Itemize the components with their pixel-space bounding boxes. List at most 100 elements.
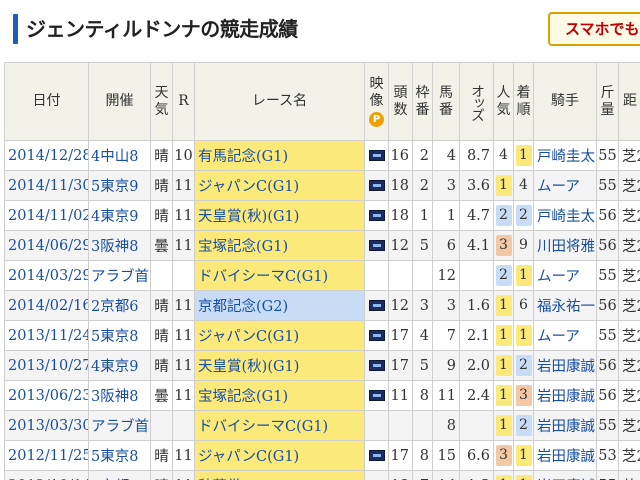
venue-link[interactable]: 4京都5 [88, 470, 151, 480]
venue-link[interactable]: 5東京9 [88, 170, 151, 201]
venue-link[interactable]: 5東京8 [88, 440, 151, 471]
video-icon[interactable] [368, 450, 385, 461]
race-date-link[interactable]: 2013/03/30 [4, 410, 89, 441]
venue-link[interactable]: 3阪神8 [88, 230, 151, 261]
weather-cell: 曇 [150, 380, 173, 411]
venue-link[interactable]: アラブ首 [88, 410, 151, 441]
jockey-link[interactable]: ムーア [533, 320, 597, 351]
race-date-link[interactable]: 2014/02/16 [4, 290, 89, 321]
race-name-link[interactable]: 京都記念(G2) [194, 290, 365, 321]
race-date-link[interactable]: 2014/03/29 [4, 260, 89, 291]
race-name-link[interactable]: ドバイシーマC(G1) [194, 260, 365, 291]
race-name-link[interactable]: 宝塚記念(G1) [194, 230, 365, 261]
odds-cell: 4.7 [459, 200, 494, 231]
venue-link[interactable]: 2京都6 [88, 290, 151, 321]
venue-link[interactable]: 5東京8 [88, 320, 151, 351]
runners-cell [388, 260, 413, 291]
venue-link[interactable]: 3阪神8 [88, 380, 151, 411]
race-date-link[interactable]: 2012/11/25 [4, 440, 89, 471]
distance-cell: 芝2 [618, 140, 640, 171]
venue-link[interactable]: 4中山8 [88, 140, 151, 171]
weather-cell [150, 410, 173, 441]
race-name-link[interactable]: ドバイシーマC(G1) [194, 410, 365, 441]
finish-cell: 6 [513, 290, 534, 321]
weight-cell: 56 [596, 200, 619, 231]
race-name-link[interactable]: ジャパンC(G1) [194, 170, 365, 201]
table-row: 2014/11/02 4東京9 晴 11 天皇賞(秋)(G1) 18 1 1 4.7 2 2 戸崎圭太… [4, 200, 640, 231]
race-name-link[interactable]: 天皇賞(秋)(G1) [194, 350, 365, 381]
video-icon[interactable] [368, 300, 385, 311]
jockey-link[interactable]: 岩田康誠 [533, 470, 597, 480]
frame-cell: 2 [412, 170, 433, 201]
video-cell [364, 200, 389, 231]
jockey-link[interactable]: 福永祐一 [533, 290, 597, 321]
table-row: 2013/11/24 5東京8 晴 11 ジャパンC(G1) 17 4 7 2.1 1 1 ムーア 55… [4, 320, 640, 351]
distance-cell: 芝2 [618, 410, 640, 441]
frame-cell [412, 260, 433, 291]
venue-link[interactable]: 4東京9 [88, 200, 151, 231]
jockey-link[interactable]: 岩田康誠 [533, 380, 597, 411]
race-date-link[interactable]: 2013/10/27 [4, 350, 89, 381]
header-date[interactable]: 日付 [4, 62, 89, 141]
table-row: 2014/12/28 4中山8 晴 10 有馬記念(G1) 16 2 4 8.7 4 1 戸崎圭太 55… [4, 140, 640, 171]
race-name-link[interactable]: ジャパンC(G1) [194, 440, 365, 471]
odds-cell: 8.7 [459, 140, 494, 171]
finish-badge: 9 [519, 237, 528, 253]
video-icon[interactable] [368, 150, 385, 161]
table-row: 2014/03/29アラブ首 ドバイシーマC(G1) 12 21ムーア55芝2 [4, 260, 640, 291]
race-number-cell: 11 [172, 440, 195, 471]
popularity-badge: 1 [495, 415, 512, 436]
race-date-link[interactable]: 2014/11/02 [4, 200, 89, 231]
jockey-link[interactable]: 戸崎圭太 [533, 200, 597, 231]
video-icon[interactable] [368, 330, 385, 341]
video-icon[interactable] [368, 210, 385, 221]
table-row: 2012/10/144京都5晴11秋華賞(G1)187141.311岩田康誠55… [4, 470, 640, 480]
weight-cell: 56 [596, 380, 619, 411]
race-date-link[interactable]: 2013/06/23 [4, 380, 89, 411]
odds-cell: 3.6 [459, 170, 494, 201]
race-date-link[interactable]: 2014/06/29 [4, 230, 89, 261]
race-date-link[interactable]: 2014/12/28 [4, 140, 89, 171]
race-date-link[interactable]: 2013/11/24 [4, 320, 89, 351]
video-cell [364, 380, 389, 411]
race-number-cell: 11 [172, 470, 195, 480]
race-name-link[interactable]: 宝塚記念(G1) [194, 380, 365, 411]
odds-cell: 6.6 [459, 440, 494, 471]
distance-cell: 芝2 [618, 230, 640, 261]
jockey-link[interactable]: 岩田康誠 [533, 440, 597, 471]
weather-cell: 晴 [150, 350, 173, 381]
video-icon[interactable] [368, 240, 385, 251]
weather-cell: 晴 [150, 440, 173, 471]
video-icon[interactable] [368, 390, 385, 401]
jockey-link[interactable]: ムーア [533, 170, 597, 201]
race-date-link[interactable]: 2012/10/14 [4, 470, 89, 480]
venue-link[interactable]: 4東京9 [88, 350, 151, 381]
header-race-number: R [172, 62, 195, 141]
page-header: ジェンティルドンナの競走成績 スマホでもご [0, 0, 640, 58]
jockey-link[interactable]: 戸崎圭太 [533, 140, 597, 171]
race-name-link[interactable]: 有馬記念(G1) [194, 140, 365, 171]
jockey-link[interactable]: 岩田康誠 [533, 350, 597, 381]
popularity-badge: 1 [495, 325, 512, 346]
header-jockey: 騎手 [533, 62, 597, 141]
frame-cell: 3 [412, 290, 433, 321]
jockey-link[interactable]: 川田将雅 [533, 230, 597, 261]
finish-cell: 9 [513, 230, 534, 261]
video-icon[interactable] [368, 180, 385, 191]
race-name-link[interactable]: ジャパンC(G1) [194, 320, 365, 351]
header-venue[interactable]: 開催 [88, 62, 151, 141]
race-date-link[interactable]: 2014/11/30 [4, 170, 89, 201]
jockey-link[interactable]: ムーア [533, 260, 597, 291]
race-name-link[interactable]: 秋華賞(G1) [194, 470, 365, 480]
jockey-link[interactable]: 岩田康誠 [533, 410, 597, 441]
header-horse-number: 馬番 [432, 62, 460, 141]
race-name-link[interactable]: 天皇賞(秋)(G1) [194, 200, 365, 231]
odds-cell: 2.1 [459, 320, 494, 351]
runners-cell: 12 [388, 290, 413, 321]
video-icon[interactable] [368, 360, 385, 371]
finish-badge: 1 [515, 325, 532, 346]
venue-link[interactable]: アラブ首 [88, 260, 151, 291]
popularity-badge: 2 [495, 205, 512, 226]
weather-cell: 晴 [150, 170, 173, 201]
smartphone-banner-button[interactable]: スマホでもご [548, 12, 640, 46]
